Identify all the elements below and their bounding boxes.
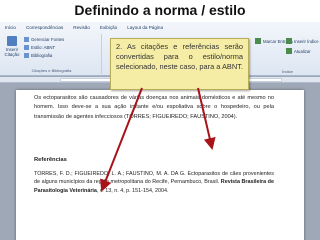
bibliography-label: Bibliografia: [31, 53, 53, 58]
update-icon: [286, 48, 292, 54]
document-page[interactable]: Os ectoparasitos são causadores de vária…: [16, 90, 304, 240]
insert-citation-label: Inserir Citação: [4, 47, 20, 57]
update-label: Atualizar: [294, 48, 311, 54]
insert-index-label: Inserir Índice: [294, 38, 319, 44]
slide-title: Definindo a norma / estilo: [74, 2, 246, 18]
reference-entry: TORRES, F. D.; FIGUEIREDO, L. A.; FAUSTI…: [34, 170, 274, 195]
manage-sources-button[interactable]: Gerenciar Fontes: [24, 37, 64, 42]
instruction-callout: 2. As citações e referências serão conve…: [110, 38, 249, 90]
style-label: Estilo: ABNT: [31, 45, 56, 50]
style-select[interactable]: Estilo: ABNT: [24, 45, 55, 50]
sources-icon: [24, 37, 29, 42]
bibliography-icon: [24, 53, 29, 58]
style-icon: [24, 45, 29, 50]
tab-correspondencias[interactable]: Correspondências: [24, 23, 65, 33]
update-index-button[interactable]: Atualizar: [286, 48, 311, 54]
index-group-label: Índice: [282, 69, 293, 74]
bibliography-button[interactable]: Bibliografia: [24, 53, 52, 58]
tab-exibicao[interactable]: Exibição: [98, 23, 119, 33]
manage-sources-label: Gerenciar Fontes: [31, 37, 65, 42]
insert-citation-button[interactable]: Inserir Citação: [4, 36, 20, 57]
references-heading: Referências: [34, 157, 67, 163]
ribbon-tabs: Início Correspondências Revisão Exibição…: [0, 22, 320, 33]
mark-entry-icon: [255, 38, 261, 44]
citations-group-label: Citações e Bibliografia: [31, 68, 72, 73]
reference-tail: , v. 13, n. 4, p. 151-154, 2004.: [96, 187, 169, 194]
tab-revisao[interactable]: Revisão: [71, 23, 92, 33]
word-screenshot: Início Correspondências Revisão Exibição…: [0, 22, 320, 240]
index-icon: [286, 38, 292, 44]
citations-group: Inserir Citação Gerenciar Fontes Estilo:…: [2, 34, 102, 74]
citation-icon: [7, 36, 17, 46]
tab-layout[interactable]: Layout da Página: [125, 23, 165, 33]
tab-inicio[interactable]: Início: [3, 23, 18, 33]
document-body-text: Os ectoparasitos são causadores de vária…: [34, 95, 274, 120]
insert-index-button[interactable]: Inserir Índice: [286, 38, 319, 44]
